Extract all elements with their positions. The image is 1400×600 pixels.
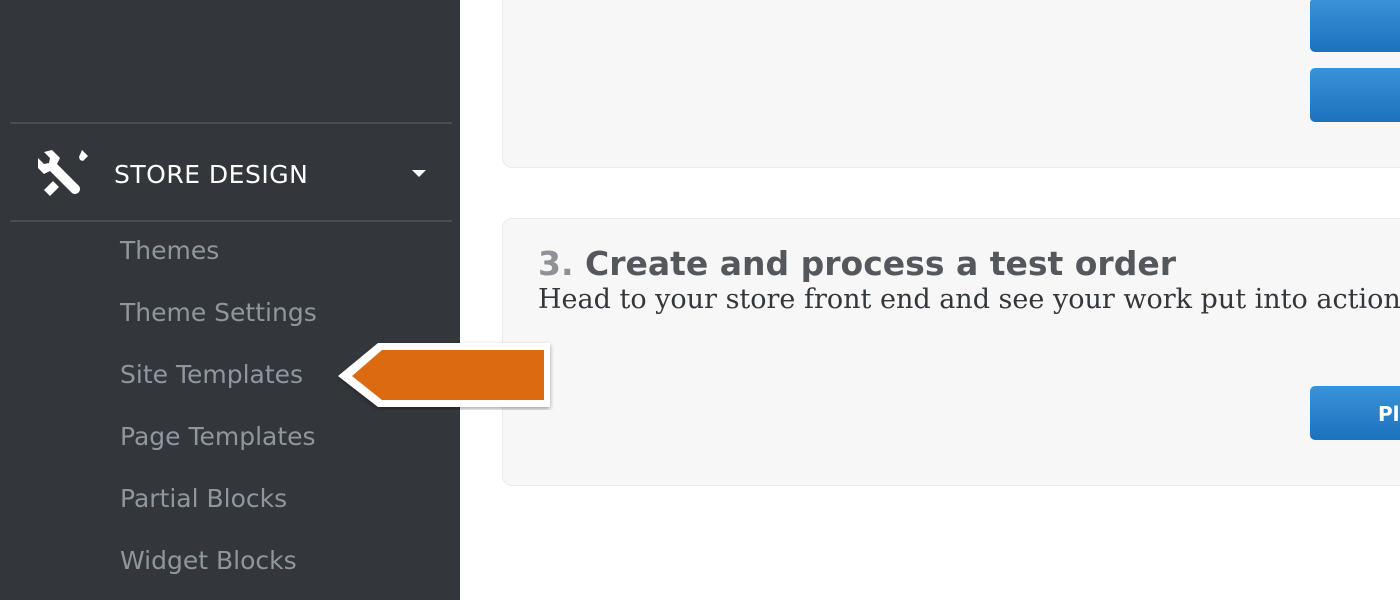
step-action-button[interactable] (1310, 68, 1400, 122)
step-number: 3. (538, 244, 574, 283)
step-title-text: Create and process a test order (585, 244, 1176, 283)
step-card-previous (502, 0, 1400, 168)
process-order-button[interactable]: Pl (1310, 386, 1400, 440)
callout-arrow-icon (338, 343, 550, 407)
step-title: 3. Create and process a test order (538, 244, 1176, 283)
store-design-title: STORE DESIGN (114, 160, 309, 189)
sidebar-item-partial-blocks[interactable]: Partial Blocks (120, 484, 287, 513)
step-action-button[interactable] (1310, 0, 1400, 52)
sidebar: STORE DESIGN Themes Theme Settings Site … (0, 0, 460, 600)
sidebar-divider (10, 220, 452, 222)
caret-down-icon[interactable] (412, 170, 426, 177)
sidebar-item-page-templates[interactable]: Page Templates (120, 422, 316, 451)
sidebar-item-theme-settings[interactable]: Theme Settings (120, 298, 317, 327)
tools-icon (38, 150, 88, 196)
sidebar-item-site-templates[interactable]: Site Templates (120, 360, 303, 389)
store-design-section-header[interactable]: STORE DESIGN (10, 124, 452, 220)
sidebar-item-widget-blocks[interactable]: Widget Blocks (120, 546, 297, 575)
step-description: Head to your store front end and see you… (538, 284, 1400, 315)
sidebar-item-themes[interactable]: Themes (120, 236, 219, 265)
